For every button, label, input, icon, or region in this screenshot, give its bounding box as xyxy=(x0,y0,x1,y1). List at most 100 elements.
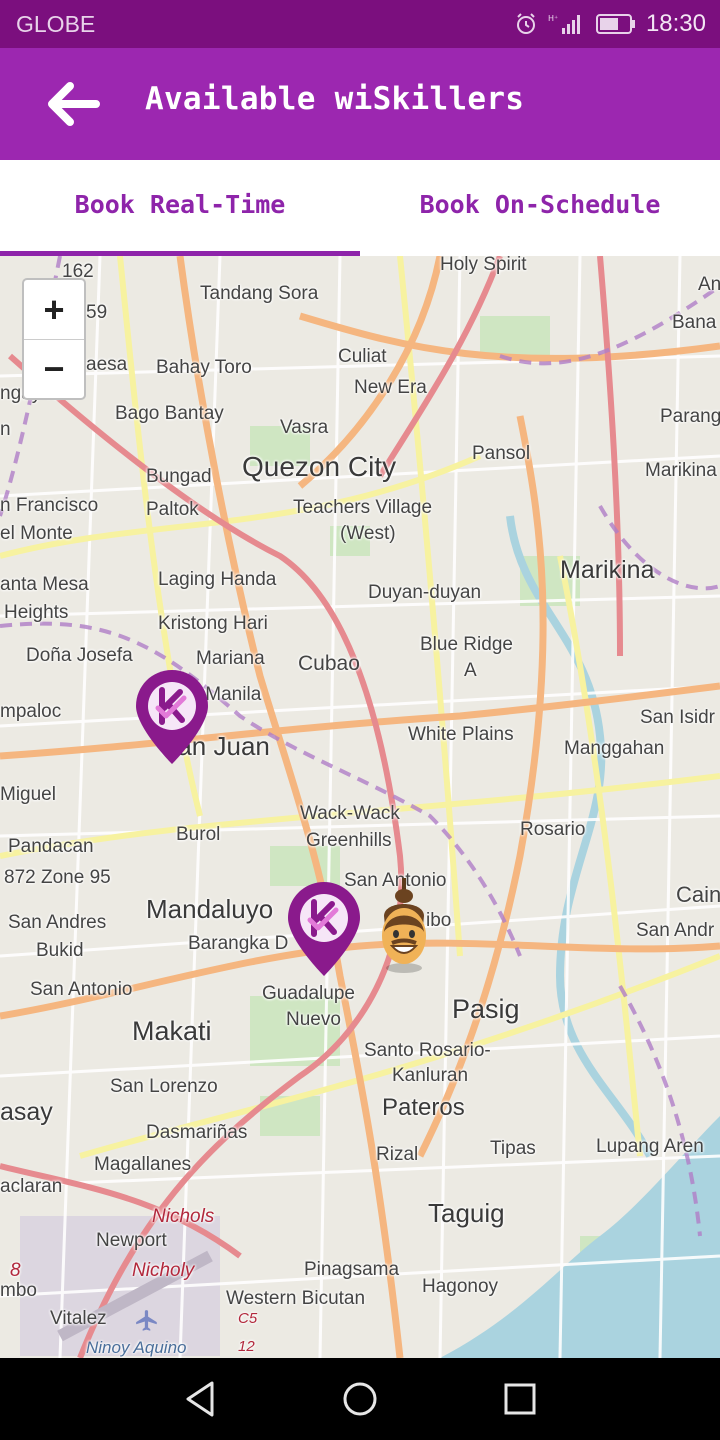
map-label: San Andres xyxy=(8,912,107,933)
map-label: (West) xyxy=(340,523,396,544)
zoom-in-button[interactable]: + xyxy=(24,280,84,339)
map-label: Cubao xyxy=(298,652,360,675)
map-label: Rosario xyxy=(520,819,586,840)
map-label: n Francisco xyxy=(0,495,99,516)
map-label: mbo xyxy=(0,1280,37,1301)
map-label: Dasmariñas xyxy=(146,1122,248,1143)
map-label: Paltok xyxy=(146,499,199,520)
map-label: Wack-Wack xyxy=(300,803,400,824)
map-label: el Monte xyxy=(0,523,73,544)
tab-bar: Book Real-Time Book On-Schedule xyxy=(0,160,720,256)
tab-book-on-schedule[interactable]: Book On-Schedule xyxy=(360,160,720,256)
map-label: A xyxy=(464,660,477,681)
map-label: Western Bicutan xyxy=(226,1288,366,1309)
map-label: aesa xyxy=(86,354,128,375)
map-label: Vasra xyxy=(280,417,329,438)
map-label: Makati xyxy=(132,1016,212,1046)
map-label: Parang xyxy=(660,406,720,427)
arrow-left-icon xyxy=(48,82,100,126)
map-label: Culiat xyxy=(338,346,387,367)
tab-book-real-time[interactable]: Book Real-Time xyxy=(0,160,360,256)
back-button[interactable] xyxy=(36,74,108,134)
map-label: Mariana xyxy=(196,648,265,669)
zoom-out-button[interactable]: − xyxy=(24,339,84,398)
map-label: Taguig xyxy=(428,1198,505,1228)
wiskiller-pin-icon[interactable] xyxy=(286,880,362,978)
map-label: Tipas xyxy=(490,1138,536,1159)
map-label: Lupang Aren xyxy=(596,1136,704,1157)
map-label: San Lorenzo xyxy=(110,1076,218,1097)
battery-icon xyxy=(595,13,636,35)
map-label: White Plains xyxy=(408,724,514,745)
map-label: Magallanes xyxy=(94,1154,192,1175)
map-label: New Era xyxy=(354,377,427,398)
system-nav-bar xyxy=(0,1358,720,1440)
map-label: 8 xyxy=(10,1260,21,1281)
alarm-icon xyxy=(514,12,538,36)
status-icons: H⁺ 18:30 xyxy=(514,8,706,40)
nav-back-button[interactable] xyxy=(170,1374,230,1424)
map-label: San Andr xyxy=(636,920,715,941)
map-label: Guadalupe xyxy=(262,983,355,1004)
map-label: An xyxy=(698,274,720,295)
map-label: Manggahan xyxy=(564,738,665,759)
map-label: Ninoy Aquino xyxy=(86,1338,187,1357)
map-label: Marikina xyxy=(560,556,655,584)
map-label: Heights xyxy=(4,602,69,623)
map-label: Burol xyxy=(176,824,221,845)
map-label: 59 xyxy=(86,302,108,323)
map-label: Vitalez xyxy=(50,1308,107,1329)
map-label: Nicholy xyxy=(132,1260,195,1281)
map-label: Laging Handa xyxy=(158,569,277,590)
map-label: 12 xyxy=(238,1338,255,1355)
map-view[interactable]: 162 59 Holy Spirit An Bana Tandang Sora … xyxy=(0,256,720,1358)
back-triangle-icon xyxy=(186,1381,214,1417)
page-title: Available wiSkillers xyxy=(145,81,525,117)
map-label: Blue Ridge xyxy=(420,634,513,655)
map-label: 872 Zone 95 xyxy=(4,867,111,888)
map-label: n xyxy=(0,419,11,440)
map-label: anta Mesa xyxy=(0,574,89,595)
map-label: Nichols xyxy=(152,1206,215,1227)
map-label: Doña Josefa xyxy=(26,645,133,666)
nav-recents-button[interactable] xyxy=(490,1374,550,1424)
map-label: Holy Spirit xyxy=(440,256,527,275)
wiskiller-pin-icon[interactable] xyxy=(134,668,210,766)
airport-icon xyxy=(136,1310,157,1331)
zoom-controls: + − xyxy=(22,278,86,400)
map-label: Bago Bantay xyxy=(115,403,224,424)
map-label: Bahay Toro xyxy=(156,357,252,378)
map-label: Hagonoy xyxy=(422,1276,499,1297)
user-avatar-icon[interactable] xyxy=(372,876,436,976)
map-label: asay xyxy=(0,1098,53,1126)
map-label: Kristong Hari xyxy=(158,613,268,634)
map-label: Quezon City xyxy=(242,451,397,482)
map-label: Tandang Sora xyxy=(200,283,319,304)
map-label: aclaran xyxy=(0,1176,63,1197)
signal-icon: H⁺ xyxy=(548,12,586,36)
map-label: Pansol xyxy=(472,443,531,464)
map-label: Greenhills xyxy=(306,830,392,851)
map-label: Nuevo xyxy=(286,1009,341,1030)
map-label: Pinagsama xyxy=(304,1259,400,1280)
map-label: Santo Rosario- xyxy=(364,1040,491,1061)
map-label: Miguel xyxy=(0,784,56,805)
map-label: Pandacan xyxy=(8,836,94,857)
map-label: Bana xyxy=(672,312,717,333)
map-label: Newport xyxy=(96,1230,167,1251)
svg-text:H⁺: H⁺ xyxy=(548,14,558,23)
map-label: Bungad xyxy=(146,466,212,487)
map-label: Pateros xyxy=(382,1094,465,1121)
nav-home-button[interactable] xyxy=(330,1374,390,1424)
home-circle-icon xyxy=(343,1382,377,1416)
status-time: 18:30 xyxy=(645,10,706,37)
map-label: Kanluran xyxy=(392,1065,469,1086)
map-label: Bukid xyxy=(36,940,84,961)
recents-square-icon xyxy=(504,1383,536,1415)
status-bar: GLOBE H⁺ 18:30 xyxy=(0,0,720,48)
map-label: Teachers Village xyxy=(293,497,433,518)
carrier-name: GLOBE xyxy=(16,11,96,37)
map-label: Barangka D xyxy=(188,933,289,954)
map-label: Pasig xyxy=(452,994,520,1024)
map-label: San Antonio xyxy=(30,979,133,1000)
